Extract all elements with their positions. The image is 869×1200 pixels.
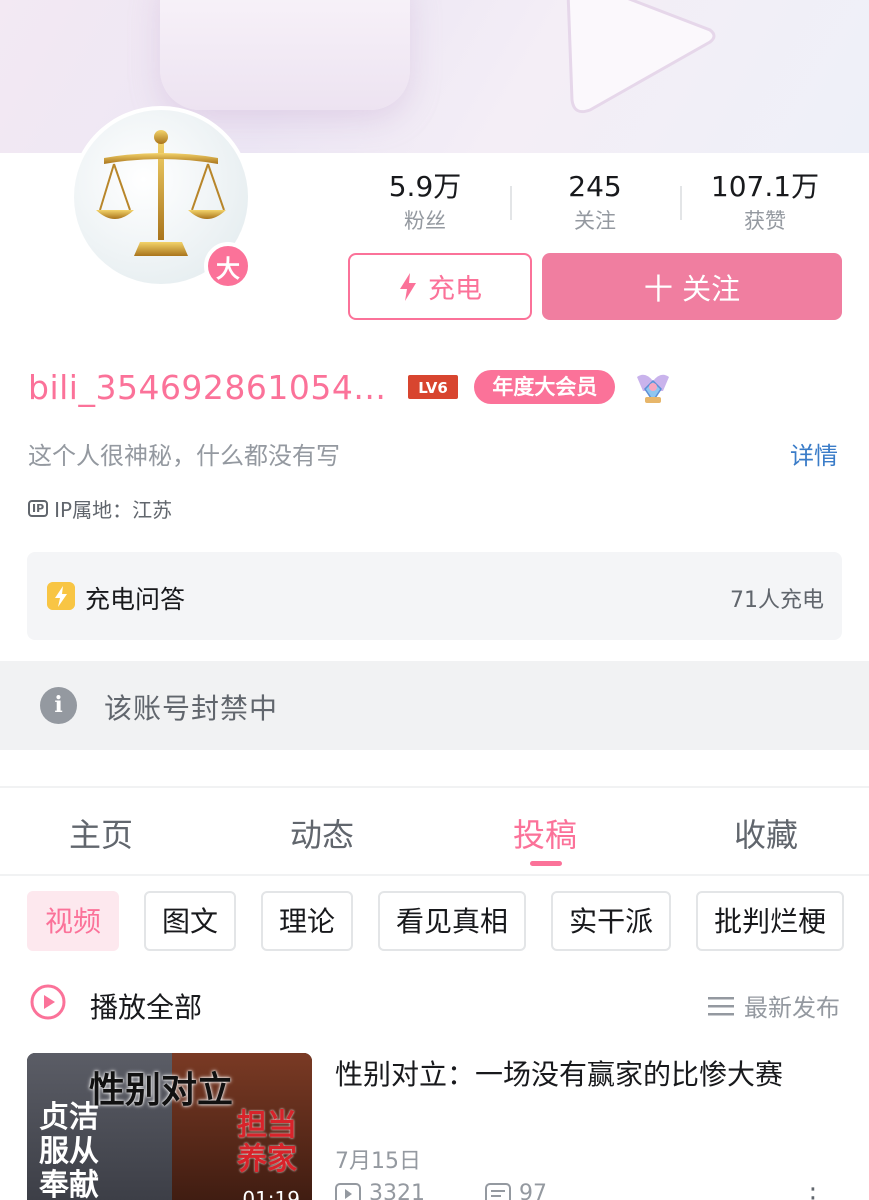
stat-likes[interactable]: 107.1万 获赞 bbox=[680, 168, 850, 243]
banned-notice: i 该账号封禁中 bbox=[0, 661, 869, 750]
avatar-vip-badge: 大 bbox=[204, 242, 252, 290]
level-badge-icon: LV6 bbox=[408, 375, 459, 399]
play-circle-icon[interactable] bbox=[30, 984, 66, 1020]
profile-bio: 这个人很神秘，什么都没有写 bbox=[28, 442, 340, 470]
video-item[interactable]: 性别对立 贞洁 服从 奉献 担当 养家 01:19 性别对立：一场没有赢家的比惨… bbox=[27, 1053, 842, 1200]
comment-icon bbox=[485, 1182, 511, 1200]
chip-see-truth[interactable]: 看见真相 bbox=[378, 891, 527, 951]
stat-following[interactable]: 245 关注 bbox=[510, 168, 680, 243]
thumbnail-title: 性别对立 bbox=[89, 1070, 234, 1111]
banner-decoration bbox=[160, 0, 410, 110]
charge-qa-title: 充电问答 bbox=[85, 585, 186, 614]
tab-home[interactable]: 主页 bbox=[41, 810, 161, 856]
stat-value: 5.9万 bbox=[388, 170, 462, 203]
stat-value: 107.1万 bbox=[710, 170, 820, 203]
video-date: 7月15日 bbox=[335, 1149, 421, 1174]
username-row: bili_354692861054... LV6 年度大会员 bbox=[28, 364, 673, 410]
sort-label: 最新发布 bbox=[744, 994, 840, 1022]
banner-triangle-decoration bbox=[566, 0, 716, 114]
chip-video[interactable]: 视频 bbox=[27, 891, 120, 951]
ip-icon: IP bbox=[28, 500, 49, 517]
content-type-chips: 视频 图文 理论 看见真相 实干派 批判烂梗 bbox=[27, 891, 869, 951]
charge-qa-icon bbox=[47, 582, 75, 610]
comment-count: 97 bbox=[485, 1181, 547, 1200]
video-meta: 3321 97 bbox=[335, 1181, 547, 1200]
charge-qa-count: 71人充电 bbox=[730, 588, 824, 613]
banned-notice-text: 该账号封禁中 bbox=[104, 692, 279, 725]
tab-favorites[interactable]: 收藏 bbox=[706, 810, 826, 856]
thumbnail-right-text: 担当 养家 bbox=[237, 1108, 297, 1177]
profile-tabs: 主页 动态 投稿 收藏 bbox=[0, 788, 869, 876]
thumbnail-left-text: 贞洁 服从 奉献 bbox=[39, 1100, 99, 1200]
comment-count-value: 97 bbox=[519, 1181, 547, 1200]
stat-label: 关注 bbox=[574, 209, 616, 233]
username: bili_354692861054... bbox=[28, 367, 387, 407]
video-duration: 01:19 bbox=[242, 1187, 300, 1200]
video-title[interactable]: 性别对立：一场没有赢家的比惨大赛 bbox=[335, 1053, 783, 1093]
play-all-button[interactable]: 播放全部 bbox=[90, 986, 202, 1026]
annual-vip-badge: 年度大会员 bbox=[474, 370, 616, 404]
lightning-icon bbox=[400, 272, 416, 301]
chip-critique-memes[interactable]: 批判烂梗 bbox=[696, 891, 845, 951]
play-all-row: 播放全部 最新发布 bbox=[30, 982, 840, 1024]
play-count: 3321 bbox=[335, 1181, 425, 1200]
active-tab-indicator bbox=[530, 861, 562, 866]
video-thumbnail[interactable]: 性别对立 贞洁 服从 奉献 担当 养家 01:19 bbox=[27, 1053, 312, 1200]
ip-location: IP IP属地：江苏 bbox=[28, 494, 172, 523]
info-icon: i bbox=[40, 687, 77, 724]
stat-label: 粉丝 bbox=[404, 209, 446, 233]
follow-button[interactable]: 十 关注 bbox=[542, 253, 842, 320]
ip-location-text: IP属地：江苏 bbox=[54, 498, 173, 522]
more-icon[interactable]: ⋮ bbox=[800, 1183, 826, 1200]
tab-submissions[interactable]: 投稿 bbox=[485, 810, 605, 856]
sort-list-icon bbox=[708, 996, 734, 1015]
level-text: LV6 bbox=[419, 379, 449, 397]
detail-link[interactable]: 详情 bbox=[790, 436, 838, 471]
charge-button[interactable]: 充电 bbox=[348, 253, 532, 320]
chip-doers[interactable]: 实干派 bbox=[551, 891, 672, 951]
chip-theory[interactable]: 理论 bbox=[261, 891, 354, 951]
stat-value: 245 bbox=[568, 170, 622, 203]
stat-fans[interactable]: 5.9万 粉丝 bbox=[340, 168, 510, 243]
play-count-value: 3321 bbox=[369, 1181, 425, 1200]
medal-icon bbox=[637, 374, 670, 403]
profile-stats: 5.9万 粉丝 245 关注 107.1万 获赞 bbox=[340, 168, 850, 243]
chip-image-text[interactable]: 图文 bbox=[144, 891, 237, 951]
tab-dynamics[interactable]: 动态 bbox=[262, 810, 382, 856]
charge-button-label: 充电 bbox=[428, 274, 482, 305]
play-count-icon bbox=[335, 1182, 361, 1200]
charge-qa-card[interactable]: 充电问答 71人充电 bbox=[27, 552, 842, 640]
sort-button[interactable]: 最新发布 bbox=[708, 988, 840, 1023]
follow-button-label: 十 关注 bbox=[643, 271, 741, 306]
stat-label: 获赞 bbox=[744, 209, 786, 233]
